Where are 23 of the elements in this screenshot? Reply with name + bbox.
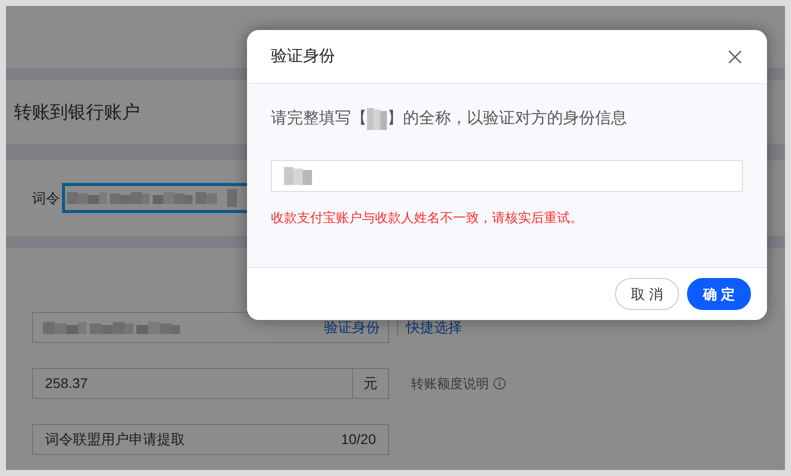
amount-value: 258.37 — [44, 374, 89, 393]
prompt-text: 请完整填写【 — [271, 108, 367, 129]
dialog-title: 验证身份 — [271, 46, 335, 66]
char-counter: 10/20 — [340, 430, 376, 449]
error-message: 收款支付宝账户与收款人姓名不一致，请核实后重试。 — [271, 209, 584, 227]
redacted-mark — [367, 108, 387, 130]
field-label: 词令 — [32, 188, 60, 208]
confirm-button[interactable]: 确 定 — [687, 278, 751, 310]
payee-field[interactable]: 验证身份 — [32, 312, 389, 343]
quick-select-link[interactable]: 快捷选择 — [406, 317, 462, 338]
limit-help-text: 转账额度说明 — [411, 374, 489, 393]
verify-link[interactable]: 验证身份 — [324, 317, 380, 338]
currency-addon: 元 — [352, 369, 388, 398]
name-input[interactable] — [271, 160, 743, 192]
prompt-text: 】的全称，以验证对方的身份信息 — [387, 108, 627, 129]
close-button[interactable] — [727, 48, 743, 64]
cancel-button[interactable]: 取 消 — [615, 278, 679, 310]
amount-field[interactable]: 258.37 元 — [32, 368, 389, 399]
info-icon — [493, 377, 506, 390]
memo-field[interactable]: 词令联盟用户申请提取 10/20 — [32, 424, 389, 455]
memo-value: 词令联盟用户申请提取 — [45, 430, 185, 449]
page-title: 转账到银行账户 — [14, 100, 140, 124]
redacted-mark — [284, 167, 312, 185]
